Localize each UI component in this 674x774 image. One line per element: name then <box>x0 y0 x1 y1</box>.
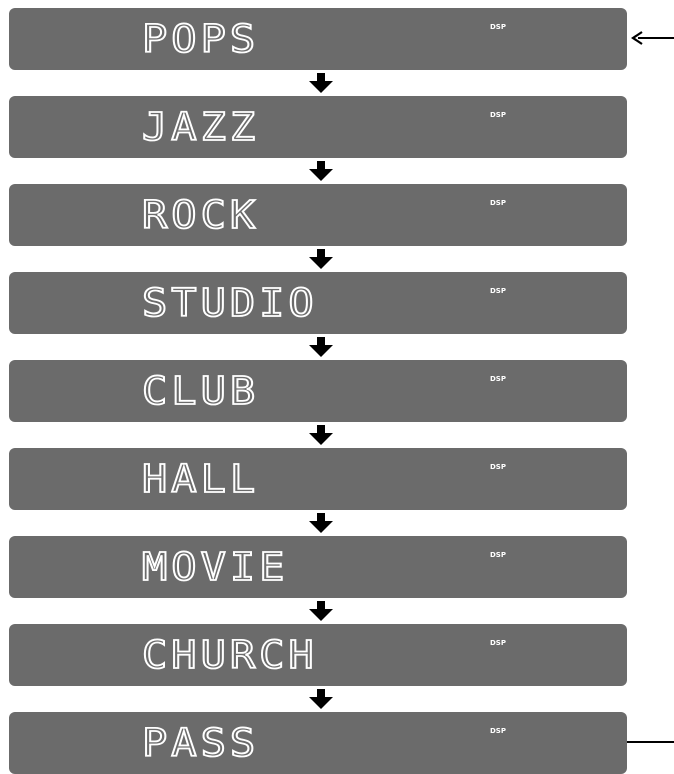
mode-label: JAZZ <box>141 104 260 150</box>
display-panel-movie: MOVIE DSP <box>9 536 627 598</box>
dsp-indicator: DSP <box>490 463 506 471</box>
dsp-indicator: DSP <box>490 287 506 295</box>
down-arrow-icon <box>309 73 333 93</box>
return-arrow-icon <box>631 31 674 45</box>
mode-label: HALL <box>141 456 260 502</box>
mode-label: CHURCH <box>141 632 318 678</box>
display-panel-club: CLUB DSP <box>9 360 627 422</box>
mode-label: POPS <box>141 16 260 62</box>
display-panel-pass: PASS DSP <box>9 712 627 774</box>
down-arrow-icon <box>309 161 333 181</box>
dsp-indicator: DSP <box>490 375 506 383</box>
mode-label: ROCK <box>141 192 260 238</box>
display-panel-studio: STUDIO DSP <box>9 272 627 334</box>
down-arrow-icon <box>309 425 333 445</box>
dsp-indicator: DSP <box>490 639 506 647</box>
dsp-indicator: DSP <box>490 23 506 31</box>
display-panel-church: CHURCH DSP <box>9 624 627 686</box>
mode-label: CLUB <box>141 368 260 414</box>
down-arrow-icon <box>309 689 333 709</box>
down-arrow-icon <box>309 513 333 533</box>
dsp-indicator: DSP <box>490 551 506 559</box>
display-panel-hall: HALL DSP <box>9 448 627 510</box>
display-panel-jazz: JAZZ DSP <box>9 96 627 158</box>
down-arrow-icon <box>309 337 333 357</box>
return-line <box>627 741 674 743</box>
mode-label: PASS <box>141 720 260 766</box>
mode-label: STUDIO <box>141 280 318 326</box>
dsp-indicator: DSP <box>490 727 506 735</box>
mode-label: MOVIE <box>141 544 289 590</box>
dsp-indicator: DSP <box>490 111 506 119</box>
dsp-indicator: DSP <box>490 199 506 207</box>
display-panel-rock: ROCK DSP <box>9 184 627 246</box>
down-arrow-icon <box>309 249 333 269</box>
down-arrow-icon <box>309 601 333 621</box>
display-panel-pops: POPS DSP <box>9 8 627 70</box>
